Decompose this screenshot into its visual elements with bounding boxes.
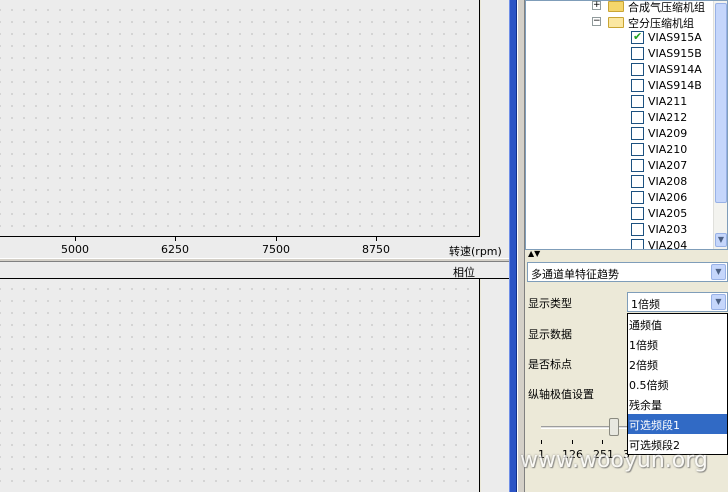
channel-checkbox[interactable] bbox=[631, 143, 644, 156]
dropdown-option[interactable]: 残余量 bbox=[628, 394, 727, 414]
channel-label: VIA209 bbox=[648, 127, 688, 140]
tree-item-channel[interactable]: VIA209 bbox=[526, 126, 716, 142]
tree-item-channel[interactable]: VIA211 bbox=[526, 94, 716, 110]
x-tick-label: 7500 bbox=[262, 243, 290, 256]
tree-item-channel[interactable]: VIA203 bbox=[526, 222, 716, 238]
tree-scrollbar[interactable]: ▼ bbox=[713, 1, 727, 249]
channel-label: VIA210 bbox=[648, 143, 688, 156]
folder-icon bbox=[608, 1, 624, 12]
x-tick-label: 8750 bbox=[362, 243, 390, 256]
channel-label: VIA203 bbox=[648, 223, 688, 236]
top-trend-chart bbox=[0, 0, 480, 236]
channel-checkbox[interactable] bbox=[631, 127, 644, 140]
mark-points-label: 是否标点 bbox=[528, 358, 572, 371]
tree-item-channel[interactable]: VIA208 bbox=[526, 174, 716, 190]
channel-checkbox[interactable] bbox=[631, 63, 644, 76]
display-type-label: 显示类型 bbox=[528, 297, 572, 310]
channel-checkbox[interactable] bbox=[631, 175, 644, 188]
channel-tree: + 合成气压缩机组 − 空分压缩机组 VIAS915A VIAS915B VIA… bbox=[525, 0, 728, 250]
tree-item-channel[interactable]: VIAS914A bbox=[526, 62, 716, 78]
x-axis-line bbox=[0, 236, 480, 237]
channel-checkbox[interactable] bbox=[631, 159, 644, 172]
channel-label: VIA205 bbox=[648, 207, 688, 220]
collapse-icon[interactable]: − bbox=[592, 17, 601, 26]
dropdown-option[interactable]: 通频值 bbox=[628, 314, 727, 334]
x-tick-label: 5000 bbox=[61, 243, 89, 256]
tree-item-channel[interactable]: VIAS915A bbox=[526, 30, 716, 46]
channel-label: VIAS915B bbox=[648, 47, 702, 60]
channel-label: VIA207 bbox=[648, 159, 688, 172]
slider-tick bbox=[572, 440, 573, 444]
display-type-select[interactable]: 1倍频 ▼ bbox=[627, 292, 728, 312]
channel-label: VIA208 bbox=[648, 175, 688, 188]
chevron-down-icon[interactable]: ▼ bbox=[711, 264, 726, 280]
x-tick bbox=[75, 237, 76, 241]
mode-select-value: 多通道单特征趋势 bbox=[531, 268, 619, 281]
channel-checkbox[interactable] bbox=[631, 191, 644, 204]
channel-label: VIA206 bbox=[648, 191, 688, 204]
expand-icon[interactable]: + bbox=[592, 1, 601, 10]
tree-item-channel[interactable]: VIAS914B bbox=[526, 78, 716, 94]
x-axis-title: 转速(rpm) bbox=[449, 245, 502, 258]
tree-item-channel[interactable]: VIAS915B bbox=[526, 46, 716, 62]
tree-item-group[interactable]: − 空分压缩机组 bbox=[526, 14, 716, 30]
tree-item-group[interactable]: + 合成气压缩机组 bbox=[526, 1, 716, 14]
tree-item-label: 合成气压缩机组 bbox=[628, 1, 705, 14]
y-axis-limit-label: 纵轴极值设置 bbox=[528, 388, 594, 401]
channel-checkbox[interactable] bbox=[631, 223, 644, 236]
panel-splitter[interactable] bbox=[509, 0, 517, 492]
dropdown-option[interactable]: 1倍频 bbox=[628, 334, 727, 354]
tree-item-channel[interactable]: VIA204 bbox=[526, 238, 716, 250]
x-tick bbox=[376, 237, 377, 241]
tree-item-label: 空分压缩机组 bbox=[628, 17, 694, 30]
channel-checkbox[interactable] bbox=[631, 47, 644, 60]
channel-checkbox[interactable] bbox=[631, 239, 644, 249]
dropdown-option[interactable]: 0.5倍频 bbox=[628, 374, 727, 394]
bottom-phase-chart bbox=[0, 279, 480, 492]
channel-label: VIA211 bbox=[648, 95, 688, 108]
panel-splitter-edge bbox=[517, 0, 525, 492]
channel-label: VIA204 bbox=[648, 239, 688, 250]
channel-label: VIAS914A bbox=[648, 63, 702, 76]
scrollbar-thumb[interactable] bbox=[715, 3, 727, 203]
mode-select[interactable]: 多通道单特征趋势 ▼ bbox=[527, 262, 728, 282]
tree-item-channel[interactable]: VIA206 bbox=[526, 190, 716, 206]
scroll-down-icon[interactable]: ▼ bbox=[715, 233, 727, 247]
channel-checkbox[interactable] bbox=[631, 30, 644, 44]
display-type-dropdown-list: 通频值 1倍频 2倍频 0.5倍频 残余量 可选频段1 可选频段2 bbox=[627, 313, 728, 455]
channel-label: VIA212 bbox=[648, 111, 688, 124]
x-tick bbox=[276, 237, 277, 241]
display-data-label: 显示数据 bbox=[528, 328, 572, 341]
dropdown-option-selected[interactable]: 可选频段1 bbox=[628, 414, 727, 434]
watermark: www.wooyun.org bbox=[520, 448, 708, 473]
tree-item-channel[interactable]: VIA210 bbox=[526, 142, 716, 158]
channel-checkbox[interactable] bbox=[631, 95, 644, 108]
display-type-value: 1倍频 bbox=[631, 298, 660, 311]
channel-checkbox[interactable] bbox=[631, 207, 644, 220]
tree-item-channel[interactable]: VIA205 bbox=[526, 206, 716, 222]
x-tick-label: 6250 bbox=[161, 243, 189, 256]
bottom-chart-title: 相位 bbox=[453, 266, 475, 279]
slider-tick bbox=[602, 440, 603, 444]
range-slider-thumb[interactable] bbox=[609, 418, 619, 436]
channel-label: VIAS915A bbox=[648, 31, 702, 44]
panel-resize-arrows-icon[interactable]: ▲▼ bbox=[528, 250, 558, 258]
slider-tick bbox=[541, 440, 542, 444]
open-folder-icon bbox=[608, 17, 624, 28]
dropdown-option[interactable]: 2倍频 bbox=[628, 354, 727, 374]
x-tick bbox=[175, 237, 176, 241]
x-axis: 5000 6250 7500 8750 转速(rpm) bbox=[0, 236, 509, 258]
tree-item-channel[interactable]: VIA207 bbox=[526, 158, 716, 174]
channel-checkbox[interactable] bbox=[631, 111, 644, 124]
channel-checkbox[interactable] bbox=[631, 79, 644, 92]
channel-label: VIAS914B bbox=[648, 79, 702, 92]
bottom-chart-header: 相位 bbox=[0, 262, 509, 279]
chevron-down-icon[interactable]: ▼ bbox=[711, 294, 726, 310]
tree-item-channel[interactable]: VIA212 bbox=[526, 110, 716, 126]
